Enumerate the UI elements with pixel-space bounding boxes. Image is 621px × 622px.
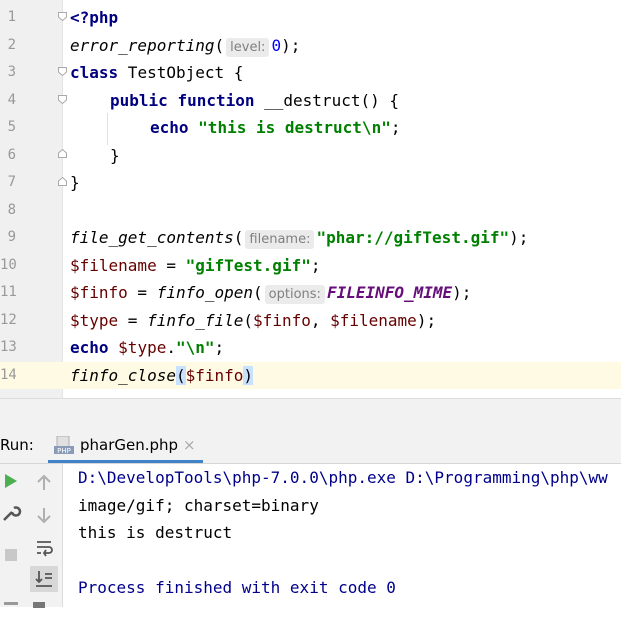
panel-splitter[interactable] (0, 398, 621, 429)
parameter-hint: filename: (245, 230, 315, 249)
console-line-command: D:\DevelopTools\php-7.0.0\php.exe D:\Pro… (78, 468, 608, 487)
code-line-12[interactable]: 12 $type = finfo_file($finfo, $filename)… (0, 307, 621, 335)
code-line-14-current[interactable]: 14 finfo_close($finfo) (0, 361, 621, 389)
scroll-to-end-button[interactable] (30, 566, 58, 592)
line-number: 9 (7, 229, 16, 245)
code-line-6[interactable]: 6 } (0, 142, 621, 170)
line-number: 11 (0, 284, 17, 300)
php-file-icon: PHP (54, 436, 74, 455)
code-line-4[interactable]: 4 public function __destruct() { (0, 87, 621, 115)
pin-icon[interactable] (0, 600, 22, 622)
indent-guide (107, 113, 108, 145)
arrow-up-icon[interactable] (33, 472, 55, 494)
line-number: 8 (7, 201, 16, 218)
code-line-2[interactable]: 2 error_reporting(level: 0); (0, 32, 621, 60)
code-line-9[interactable]: 9 file_get_contents(filename: "phar://gif… (0, 224, 621, 252)
fold-end-icon[interactable] (58, 149, 67, 158)
console-line-exit-status: Process finished with exit code 0 (78, 578, 396, 597)
console-line-output: image/gif; charset=binary (78, 495, 319, 515)
soft-wrap-icon[interactable] (33, 536, 55, 558)
fold-icon[interactable] (58, 67, 67, 76)
php-open-tag: <?php (70, 8, 119, 27)
run-tool-window-header: Run: PHP pharGen.php × (0, 428, 621, 464)
fold-icon[interactable] (58, 12, 67, 21)
code-line-13[interactable]: 13 echo $type."\n"; (0, 334, 621, 362)
line-number: 6 (7, 146, 16, 163)
line-number: 3 (7, 64, 16, 80)
stop-icon[interactable] (0, 544, 22, 566)
fold-end-icon[interactable] (58, 177, 67, 186)
line-number: 1 (7, 9, 16, 25)
code-line-3[interactable]: 3 class TestObject { (0, 59, 621, 87)
parameter-hint: level: (226, 37, 270, 57)
line-number: 5 (7, 119, 16, 135)
function-call: error_reporting (70, 35, 215, 55)
code-line-8[interactable]: 8 (0, 197, 621, 225)
fold-icon[interactable] (58, 95, 67, 104)
code-line-11[interactable]: 11 $finfo = finfo_open(options: FILEINFO_… (0, 279, 621, 307)
scroll-to-end-icon (35, 571, 52, 587)
run-tab-phargen[interactable]: PHP pharGen.php × (48, 428, 203, 463)
code-line-7[interactable]: 7 } (0, 169, 621, 197)
code-editor[interactable]: 1 <?php 2 error_reporting(level: 0); 3 cl… (0, 0, 621, 398)
code-line-10[interactable]: 10 $filename = "gifTest.gif"; (0, 252, 621, 280)
console-output[interactable]: D:\DevelopTools\php-7.0.0\php.exe D:\Pro… (63, 464, 621, 607)
svg-text:PHP: PHP (57, 447, 71, 455)
line-number: 10 (0, 256, 17, 273)
parameter-hint: options: (264, 285, 325, 304)
line-number: 2 (7, 36, 16, 53)
line-number: 7 (7, 174, 16, 190)
line-number: 13 (0, 339, 17, 355)
code-line-5[interactable]: 5 echo "this is destruct\n"; (0, 114, 621, 142)
wrench-icon[interactable] (0, 502, 22, 524)
code-line-1[interactable]: 1 <?php (0, 4, 621, 32)
print-icon[interactable] (28, 600, 50, 622)
line-number: 14 (0, 366, 17, 383)
run-label: Run: (0, 436, 34, 454)
rerun-icon[interactable] (0, 470, 22, 492)
line-number: 4 (7, 91, 16, 108)
arrow-down-icon[interactable] (33, 504, 55, 526)
line-number: 12 (0, 311, 17, 328)
run-tab-label: pharGen.php (80, 436, 179, 454)
run-toolbar (0, 464, 63, 608)
close-icon[interactable]: × (183, 436, 196, 454)
console-line-output: this is destruct (78, 523, 233, 542)
